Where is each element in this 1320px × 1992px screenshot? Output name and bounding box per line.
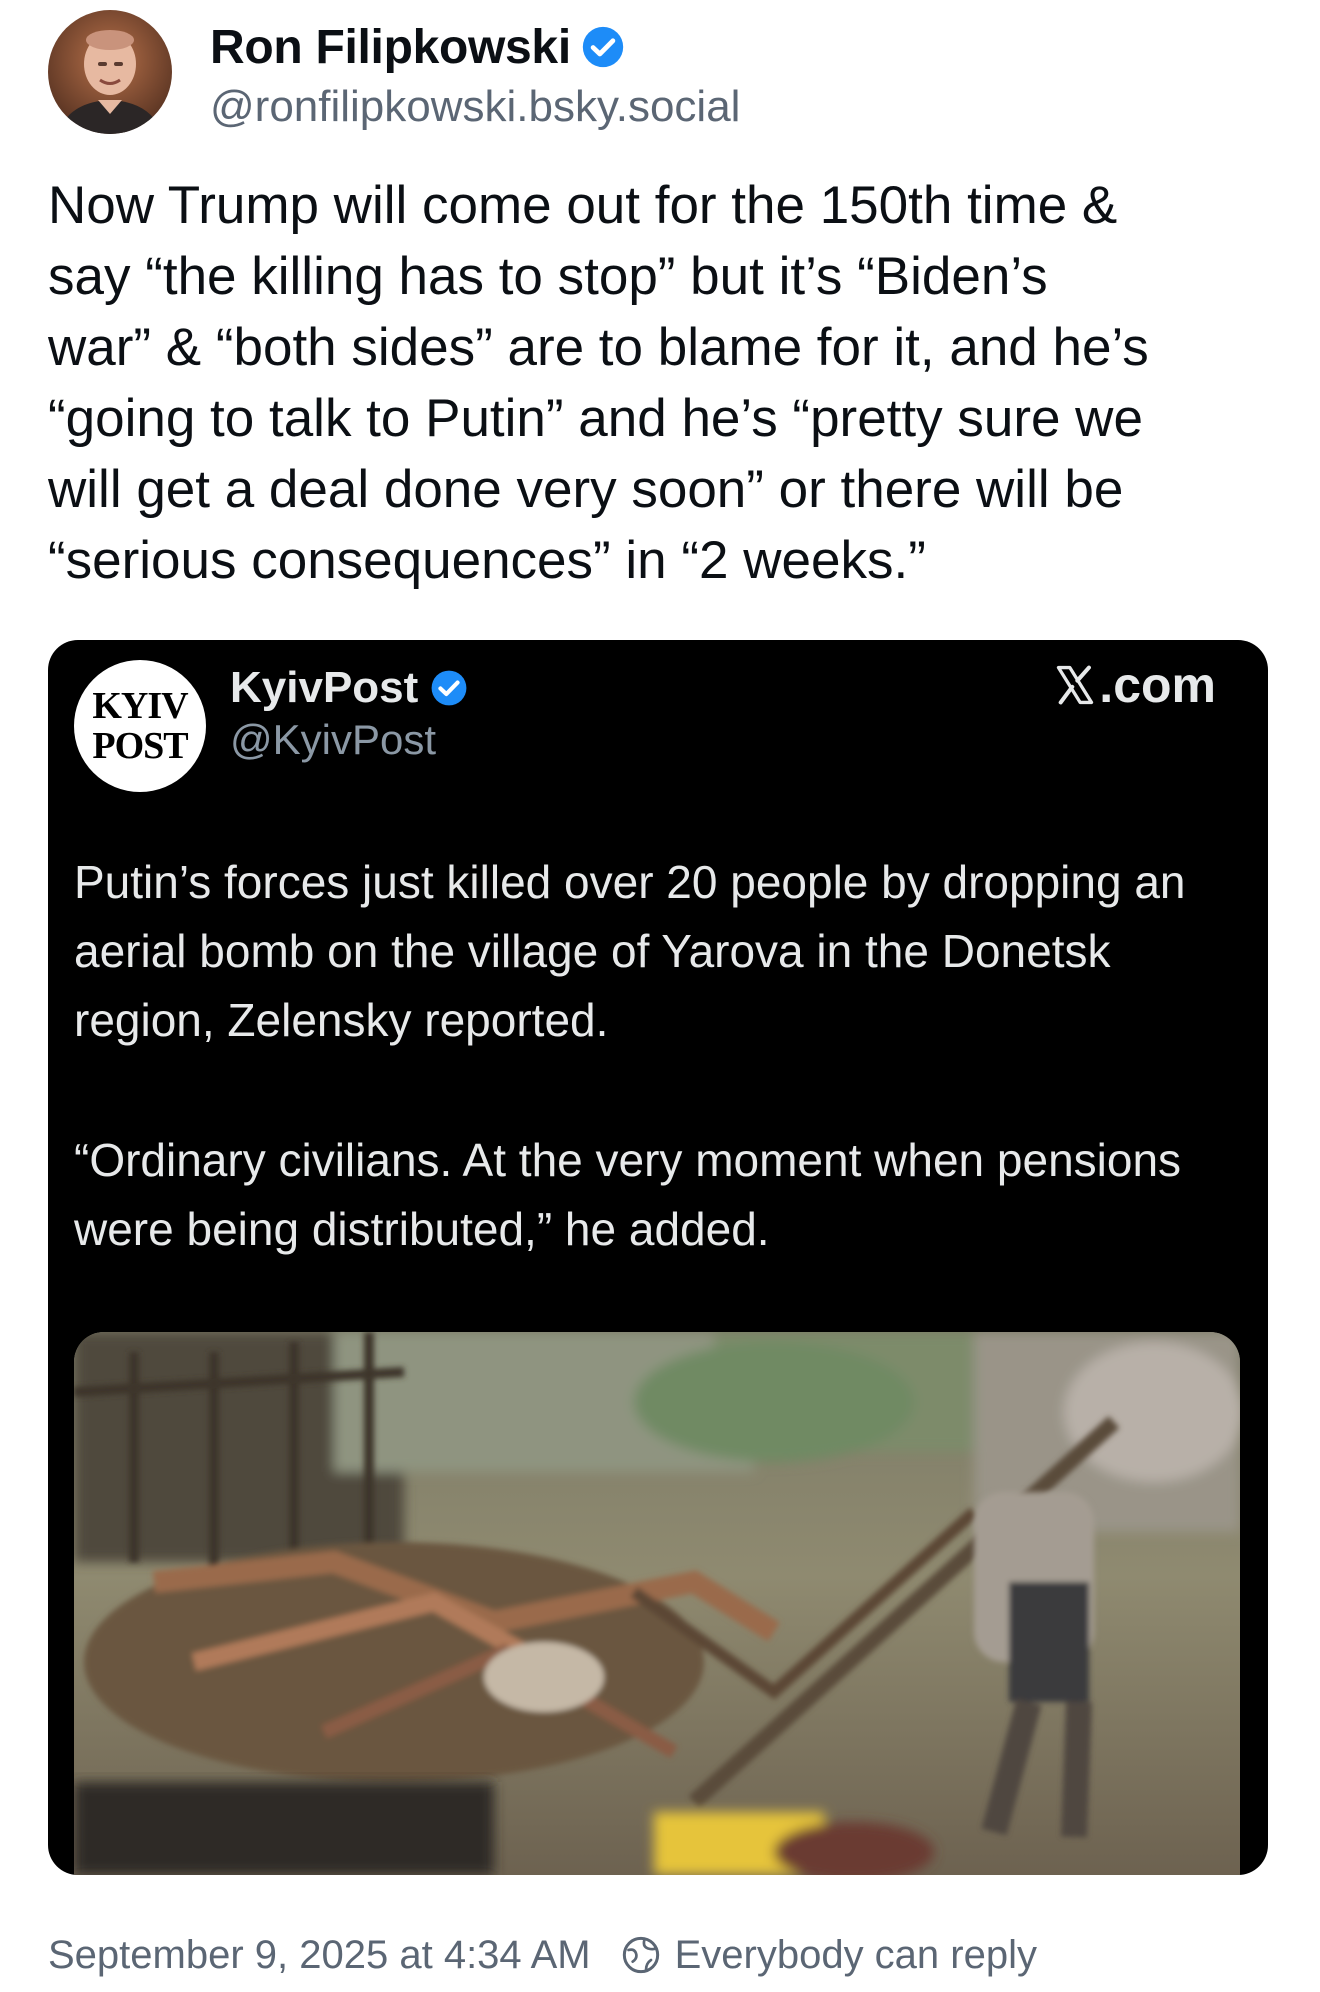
reply-setting-label[interactable]: Everybody can reply: [675, 1933, 1037, 1978]
avatar[interactable]: [48, 10, 172, 134]
kyivpost-logo: KYIV POST: [74, 660, 206, 792]
author-handle[interactable]: @ronfilipkowski.bsky.social: [210, 82, 740, 132]
verified-check-icon: [582, 26, 624, 68]
avatar-image: [48, 10, 172, 134]
video-still-image: [74, 1332, 1240, 1875]
x-logo-icon: [1057, 665, 1094, 705]
post-footer: September 9, 2025 at 4:34 AM Everybody c…: [48, 1925, 1037, 1985]
video-still[interactable]: [74, 1332, 1240, 1875]
kyivpost-logo-line1: KYIV: [92, 685, 188, 727]
embed-author-handle: @KyivPost: [230, 716, 437, 763]
source-label-text: .com: [1099, 657, 1216, 713]
post-timestamp[interactable]: September 9, 2025 at 4:34 AM: [48, 1933, 591, 1978]
embed-quote-paragraph: “Ordinary civilians. At the very moment …: [74, 1134, 1182, 1255]
embed-author-name: KyivPost: [230, 663, 419, 712]
globe-icon: [622, 1936, 659, 1974]
post-author[interactable]: Ron Filipkowski @ronfilipkowski.bsky.soc…: [48, 10, 740, 134]
embed-paragraph: Putin’s forces just killed over 20 peopl…: [74, 856, 1186, 1046]
post-text: Now Trump will come out for the 150th ti…: [48, 176, 1149, 590]
verified-check-icon: [431, 670, 467, 706]
kyivpost-logo-line2: POST: [92, 725, 188, 767]
author-display-name[interactable]: Ron Filipkowski: [210, 20, 571, 75]
source-label: .com: [1053, 656, 1216, 714]
embedded-image[interactable]: KYIV POST KyivPost @KyivPost .com Putin’…: [48, 640, 1268, 1875]
